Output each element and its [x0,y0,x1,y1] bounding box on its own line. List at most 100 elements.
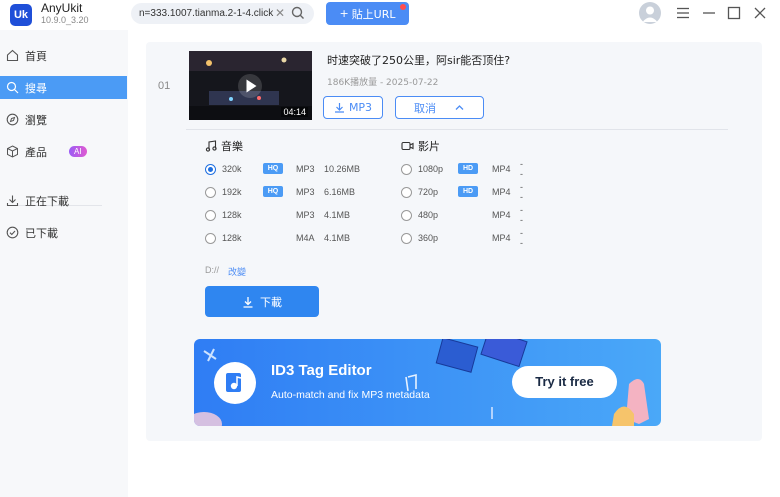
radio-button[interactable] [401,232,412,244]
format: MP4 [492,210,511,220]
banner-title: ID3 Tag Editor [271,362,372,379]
promo-banner[interactable]: ID3 Tag Editor Auto-match and fix MP3 me… [194,339,661,426]
app-name: AnyUkit [41,1,83,15]
file-size: 10.26MB [324,164,361,174]
sidebar-item-downloading[interactable]: 正在下載 [0,189,128,212]
compass-icon [6,113,19,126]
music-file-icon [214,362,256,404]
radio-button[interactable] [401,163,412,175]
search-icon[interactable] [291,5,305,21]
plus-icon: + [339,7,349,20]
file-size: -- [520,159,523,179]
quality-badge: HD [458,186,478,197]
file-size: -- [520,205,523,225]
format: MP4 [492,187,511,197]
quality-badge: HQ [263,186,283,197]
video-camera-icon [401,141,414,151]
radio-button[interactable] [401,186,412,198]
video-section-label: 影片 [401,138,440,154]
chevron-up-icon [455,105,464,110]
music-option-row[interactable]: 128k MP3 4.1MB [205,207,350,223]
paste-url-button[interactable]: + 貼上URL [326,2,409,25]
save-path: D:// [205,265,220,275]
minimize-icon[interactable] [701,5,717,21]
video-label: 影片 [418,140,440,153]
download-icon [334,103,344,113]
format: M4A [296,233,315,243]
check-circle-icon [6,226,19,239]
download-icon [243,296,253,308]
sidebar-item-label: 瀏覽 [25,113,47,127]
quality: 128k [222,210,242,220]
video-title: 时速突破了250公里，阿sir能否顶住? [327,54,511,67]
change-path-link[interactable]: 改變 [228,265,246,278]
try-it-free-button[interactable]: Try it free [512,366,617,398]
download-button[interactable]: 下載 [205,286,319,317]
radio-button[interactable] [205,186,216,198]
close-icon[interactable] [752,5,768,21]
radio-button[interactable] [205,232,216,244]
user-icon [642,6,658,22]
file-size: 4.1MB [324,210,351,220]
maximize-icon[interactable] [726,5,742,21]
download-label: 下載 [260,295,282,309]
mp3-label: MP3 [348,101,373,114]
video-option-row[interactable]: 1080p HD MP4 -- [401,159,523,179]
box-icon [7,145,18,158]
music-section-label: 音樂 [205,138,243,154]
quality: 320k [222,164,242,174]
quality-badge: HQ [263,163,283,174]
quality: 1080p [418,164,444,174]
play-icon[interactable] [238,74,262,98]
video-option-row[interactable]: 720p HD MP4 -- [401,182,523,202]
file-size: 6.16MB [324,187,356,197]
sidebar-item-home[interactable]: 首頁 [0,44,128,67]
video-option-row[interactable]: 480p MP4 -- [401,205,523,225]
format: MP4 [492,233,511,243]
main-content: 01 04:14 时速突破了250公里，阿sir能否顶住? 186K播放量 - … [128,30,780,497]
clear-icon[interactable]: ✕ [273,5,287,21]
sidebar-item-downloaded[interactable]: 已下載 [0,221,128,244]
radio-button[interactable] [205,163,216,175]
menu-icon[interactable] [675,5,691,21]
mp3-button[interactable]: MP3 [323,96,383,119]
avatar[interactable] [639,2,661,24]
file-size: -- [520,228,523,248]
sidebar-item-browse[interactable]: 瀏覽 [0,108,128,131]
radio-button[interactable] [401,209,412,221]
sidebar-item-search[interactable]: 搜尋 [0,76,127,99]
quality: 360p [418,233,439,243]
sidebar-item-products[interactable]: 產品 AI [0,140,128,163]
music-option-row[interactable]: 192k HQ MP3 6.16MB [205,184,355,200]
app-logo: Uk [10,4,32,26]
video-option-row[interactable]: 360p MP4 -- [401,228,523,248]
notification-dot [400,4,406,10]
sidebar-item-label: 首頁 [25,49,47,63]
quality: 128k [222,233,242,243]
music-note-icon [205,140,217,152]
video-thumbnail[interactable]: 04:14 [189,51,312,120]
format: MP3 [296,210,315,220]
sidebar-item-label: 正在下載 [25,194,69,208]
paste-url-label: 貼上URL [351,7,396,21]
banner-subtitle: Auto-match and fix MP3 metadata [271,389,430,401]
quality: 480p [418,210,439,220]
radio-button[interactable] [205,209,216,221]
sidebar-item-label: 已下載 [25,226,58,240]
format: MP3 [296,187,315,197]
home-icon [6,49,19,62]
cancel-label: 取消 [414,101,436,115]
sidebar-item-label: 產品 [25,145,47,159]
sidebar: 首頁 搜尋 瀏覽 產品 AI 正在下載 已下載 [0,30,128,497]
music-label: 音樂 [221,140,243,153]
format: MP3 [296,164,315,174]
video-meta: 186K播放量 - 2025-07-22 [327,78,439,88]
sidebar-item-label: 搜尋 [25,81,47,95]
cancel-button[interactable]: 取消 [395,96,484,119]
music-option-row[interactable]: 128k M4A 4.1MB [205,230,350,246]
title-bar: Uk AnyUkit 10.9.0_3.20 n=333.1007.tianma… [0,0,780,30]
download-icon [6,195,19,207]
format: MP4 [492,164,511,174]
music-option-row[interactable]: 320k HQ MP3 10.26MB [205,161,360,177]
file-size: -- [520,182,523,202]
